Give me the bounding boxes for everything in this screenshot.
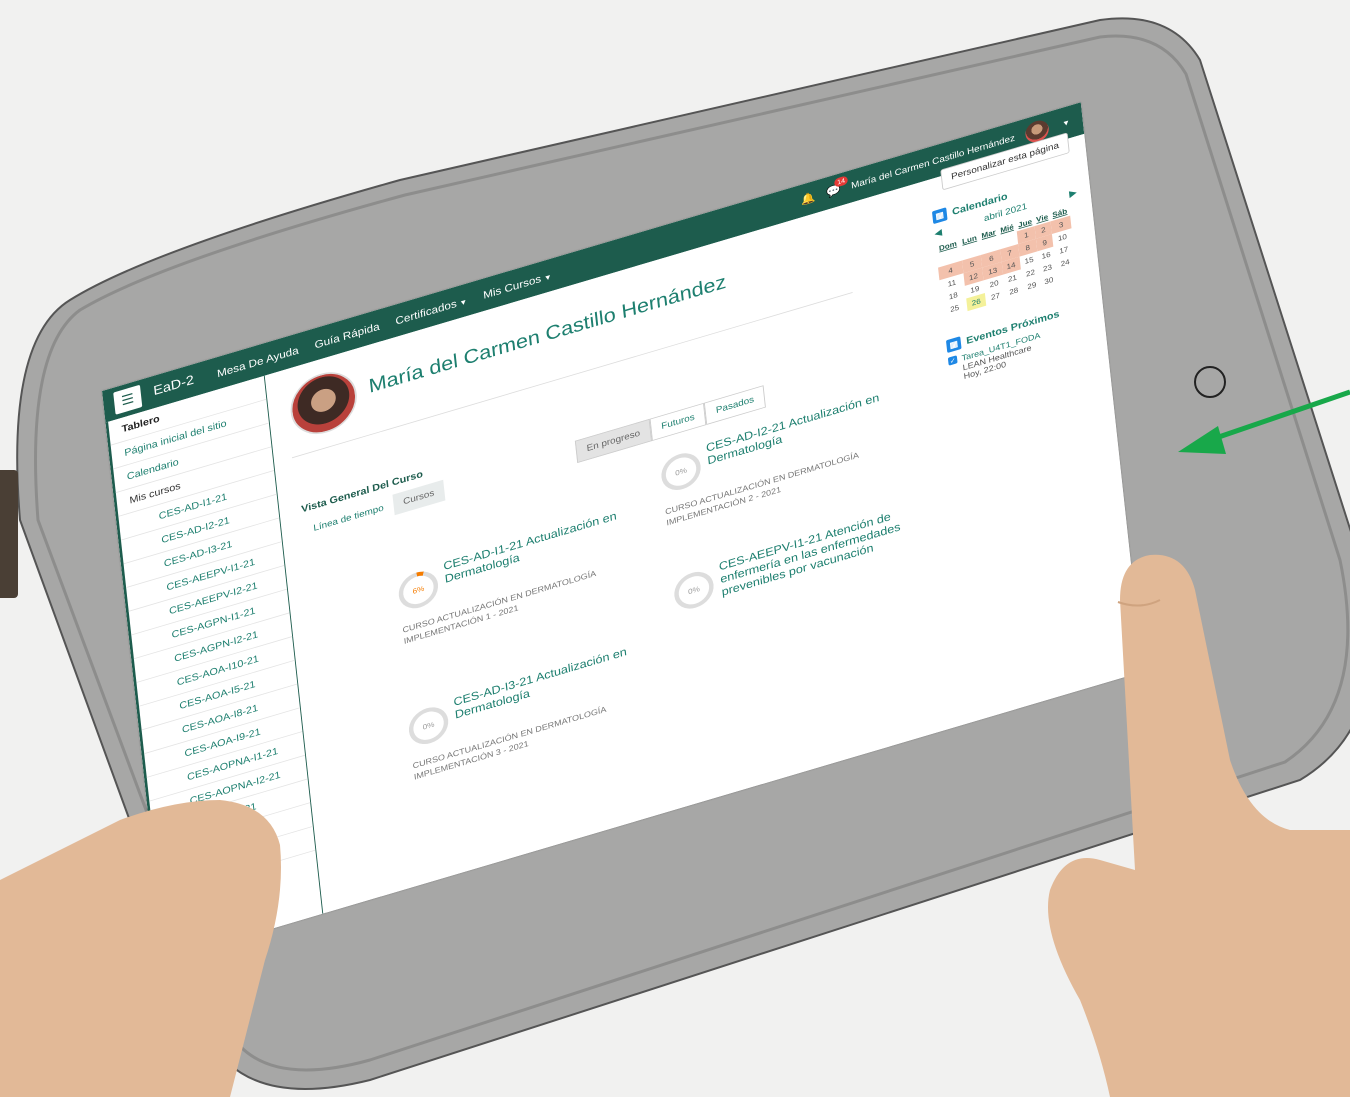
hands-illustration bbox=[0, 554, 1350, 1097]
scene: ☰ EaD-2 Mesa De Ayuda Guía Rápida Certif… bbox=[0, 0, 1350, 1097]
